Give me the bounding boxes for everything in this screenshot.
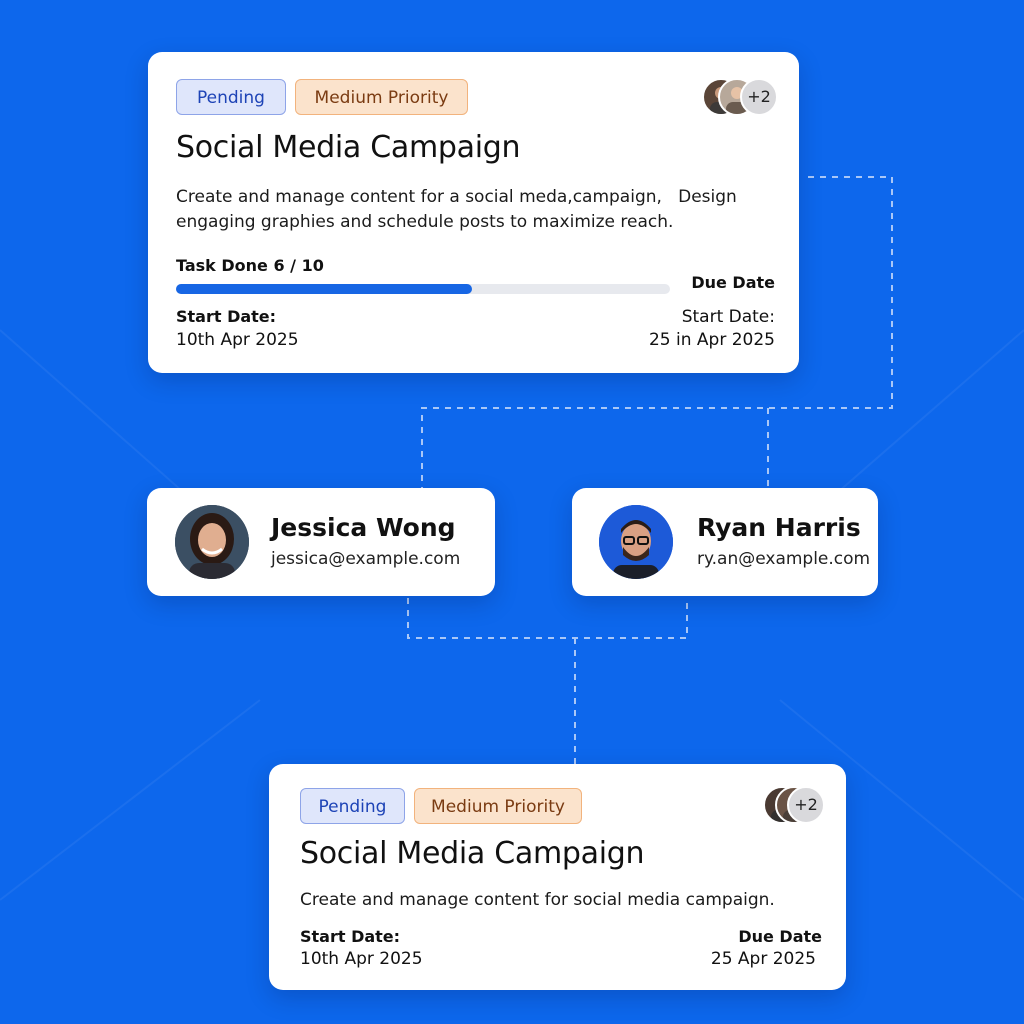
- task-card-top[interactable]: Pending Medium Priority +2 Social Media …: [148, 52, 799, 373]
- person-name: Jessica Wong: [271, 513, 456, 542]
- start-date-value: 10th Apr 2025: [176, 330, 299, 350]
- due-date-label: Due Date: [738, 927, 822, 946]
- task-title: Social Media Campaign: [176, 130, 521, 165]
- progress-bar: [176, 284, 670, 294]
- person-email[interactable]: jessica@example.com: [271, 549, 460, 569]
- priority-badge[interactable]: Medium Priority: [414, 788, 582, 824]
- person-name: Ryan Harris: [697, 513, 861, 542]
- progress-label: Task Done 6 / 10: [176, 256, 324, 275]
- status-badge[interactable]: Pending: [176, 79, 286, 115]
- man-avatar-icon: [599, 505, 673, 579]
- priority-badge[interactable]: Medium Priority: [295, 79, 468, 115]
- person-card-jessica[interactable]: Jessica Wong jessica@example.com: [147, 488, 495, 596]
- assignee-avatars[interactable]: +2: [763, 786, 827, 824]
- start-date-label: Start Date:: [300, 927, 401, 946]
- task-description-line-2: engaging graphies and schedule posts to …: [176, 212, 674, 232]
- date-value-right: 25 in Apr 2025: [648, 330, 775, 350]
- person-card-ryan[interactable]: Ryan Harris ry.an@example.com: [572, 488, 878, 596]
- due-date-label: Due Date: [691, 273, 775, 292]
- task-description: Create and manage content for social med…: [300, 890, 775, 910]
- task-card-bottom[interactable]: Pending Medium Priority +2 Social Media …: [269, 764, 846, 990]
- task-description-line-1: Create and manage content for a social m…: [176, 187, 737, 207]
- task-title: Social Media Campaign: [300, 836, 645, 871]
- more-assignees-badge[interactable]: +2: [740, 78, 778, 116]
- more-assignees-badge[interactable]: +2: [787, 786, 825, 824]
- start-date-label: Start Date:: [176, 307, 277, 326]
- person-email[interactable]: ry.an@example.com: [697, 549, 870, 569]
- due-date-value: 25 Apr 2025: [710, 949, 816, 969]
- start-date-label-right: Start Date:: [681, 307, 775, 327]
- start-date-value: 10th Apr 2025: [300, 949, 423, 969]
- woman-avatar-icon: [175, 505, 249, 579]
- progress-bar-fill: [176, 284, 473, 294]
- assignee-avatars[interactable]: +2: [702, 78, 778, 116]
- status-badge[interactable]: Pending: [300, 788, 405, 824]
